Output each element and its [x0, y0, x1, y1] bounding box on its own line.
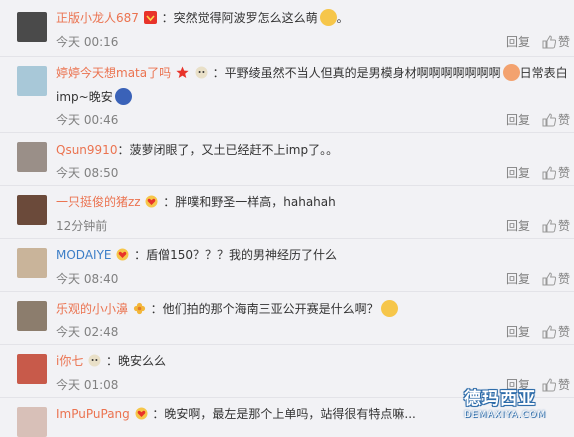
comment-text: ：盾僧150？？？我的男神经历了什么 — [134, 248, 338, 262]
site-watermark-logo: 德玛西亚 DEMAXIYA.COM — [464, 384, 572, 424]
comment-username[interactable]: 正版小龙人687 — [56, 11, 139, 25]
comment-text: ：突然觉得阿波罗怎么这么萌 — [161, 11, 318, 25]
comment-time: 今天 08:40 — [56, 272, 119, 286]
thumbs-up-icon — [542, 219, 557, 233]
comment-time: 今天 08:50 — [56, 166, 119, 180]
vip-badge-icon — [143, 11, 157, 24]
thumbs-up-icon — [542, 325, 557, 339]
comment-text-continued: imp~晚安 — [56, 90, 113, 104]
avatar[interactable] — [17, 248, 47, 278]
comment-text: ：晚安么么 — [106, 354, 167, 368]
comment-item: Qsun9910：菠萝闭眼了，又土已经赶不上imp了。。 今天 08:50 回复… — [0, 132, 574, 186]
like-label: 赞 — [557, 35, 570, 49]
like-button[interactable]: 赞 — [542, 164, 570, 181]
comment-text: ：菠萝闭眼了，又土已经赶不上imp了。。 — [117, 143, 339, 157]
reply-button[interactable]: 回复 — [506, 33, 530, 50]
like-label: 赞 — [557, 219, 570, 233]
watermark-subtitle: DEMAXIYA.COM — [464, 410, 547, 420]
like-button[interactable]: 赞 — [542, 111, 570, 128]
sheep-badge-icon — [195, 66, 208, 79]
comment-time: 今天 00:16 — [56, 35, 119, 49]
thumbs-up-icon — [542, 35, 557, 49]
laughing-emoji-icon — [319, 9, 337, 26]
comment-text-tail: 日常表白 — [519, 66, 568, 80]
thinking-emoji-icon — [380, 300, 398, 317]
sheep-badge-icon — [88, 354, 101, 367]
like-label: 赞 — [557, 113, 570, 127]
comment-username[interactable]: 乐观的小小濞 — [56, 302, 128, 316]
comment-item: 乐观的小小濞 ：他们拍的那个海南三亚公开赛是什么啊？ 今天 02:48 回复 赞 — [0, 291, 574, 345]
reply-button[interactable]: 回复 — [506, 164, 530, 181]
avatar[interactable] — [17, 195, 47, 225]
like-label: 赞 — [557, 325, 570, 339]
like-button[interactable]: 赞 — [542, 217, 570, 234]
like-button[interactable]: 赞 — [542, 33, 570, 50]
blushing-emoji-icon — [502, 64, 520, 81]
star-badge-icon — [176, 66, 189, 79]
reply-button[interactable]: 回复 — [506, 111, 530, 128]
comment-text: ：他们拍的那个海南三亚公开赛是什么啊？ — [150, 302, 379, 316]
avatar[interactable] — [17, 12, 47, 42]
comment-time: 今天 02:48 — [56, 325, 119, 339]
moon-emoji-icon — [114, 88, 132, 105]
comment-username[interactable]: MODAIYE — [56, 248, 112, 262]
comment-username[interactable]: Qsun9910 — [56, 143, 117, 157]
comment-time: 今天 01:08 — [56, 378, 119, 392]
comment-text: ：晚安啊，最左是那个上单吗，站得很有特点嘛... — [152, 407, 416, 421]
heart-badge-icon — [116, 248, 129, 261]
avatar[interactable] — [17, 407, 47, 437]
reply-button[interactable]: 回复 — [506, 217, 530, 234]
reply-button[interactable]: 回复 — [506, 323, 530, 340]
comment-time: 12分钟前 — [56, 219, 108, 233]
avatar[interactable] — [17, 66, 47, 96]
comment-username[interactable]: 一只挺俊的猪zz — [56, 195, 141, 209]
comment-item: 一只挺俊的猪zz ：胖噗和野圣一样高，hahahah 12分钟前 回复 赞 — [0, 185, 574, 239]
comment-text: ：平野绫虽然不当人但真的是男模身材啊啊啊啊啊啊啊 — [212, 66, 501, 80]
thumbs-up-icon — [542, 272, 557, 286]
comment-username[interactable]: ImPuPuPang — [56, 407, 130, 421]
avatar[interactable] — [17, 301, 47, 331]
like-button[interactable]: 赞 — [542, 270, 570, 287]
avatar[interactable] — [17, 354, 47, 384]
comment-item: MODAIYE ：盾僧150？？？我的男神经历了什么 今天 08:40 回复 赞 — [0, 238, 574, 292]
thumbs-up-icon — [542, 113, 557, 127]
comment-username[interactable]: i你七 — [56, 354, 83, 368]
watermark-title: 德玛西亚 — [464, 389, 536, 409]
like-button[interactable]: 赞 — [542, 323, 570, 340]
heart-badge-icon — [135, 407, 148, 420]
comment-time: 今天 00:46 — [56, 113, 119, 127]
flower-badge-icon — [133, 302, 146, 315]
comment-item: 婷婷今天想mata了吗 ：平野绫虽然不当人但真的是男模身材啊啊啊啊啊啊啊 日常表白… — [0, 56, 574, 133]
comment-text: ：胖噗和野圣一样高，hahahah — [163, 195, 336, 209]
heart-badge-icon — [145, 195, 158, 208]
avatar[interactable] — [17, 142, 47, 172]
comment-username[interactable]: 婷婷今天想mata了吗 — [56, 66, 171, 80]
like-label: 赞 — [557, 272, 570, 286]
comment-text-tail: 。 — [336, 11, 349, 25]
thumbs-up-icon — [542, 166, 557, 180]
reply-button[interactable]: 回复 — [506, 270, 530, 287]
comment-item: 正版小龙人687 ：突然觉得阿波罗怎么这么萌 。 今天 00:16 回复 赞 — [0, 0, 574, 57]
like-label: 赞 — [557, 166, 570, 180]
